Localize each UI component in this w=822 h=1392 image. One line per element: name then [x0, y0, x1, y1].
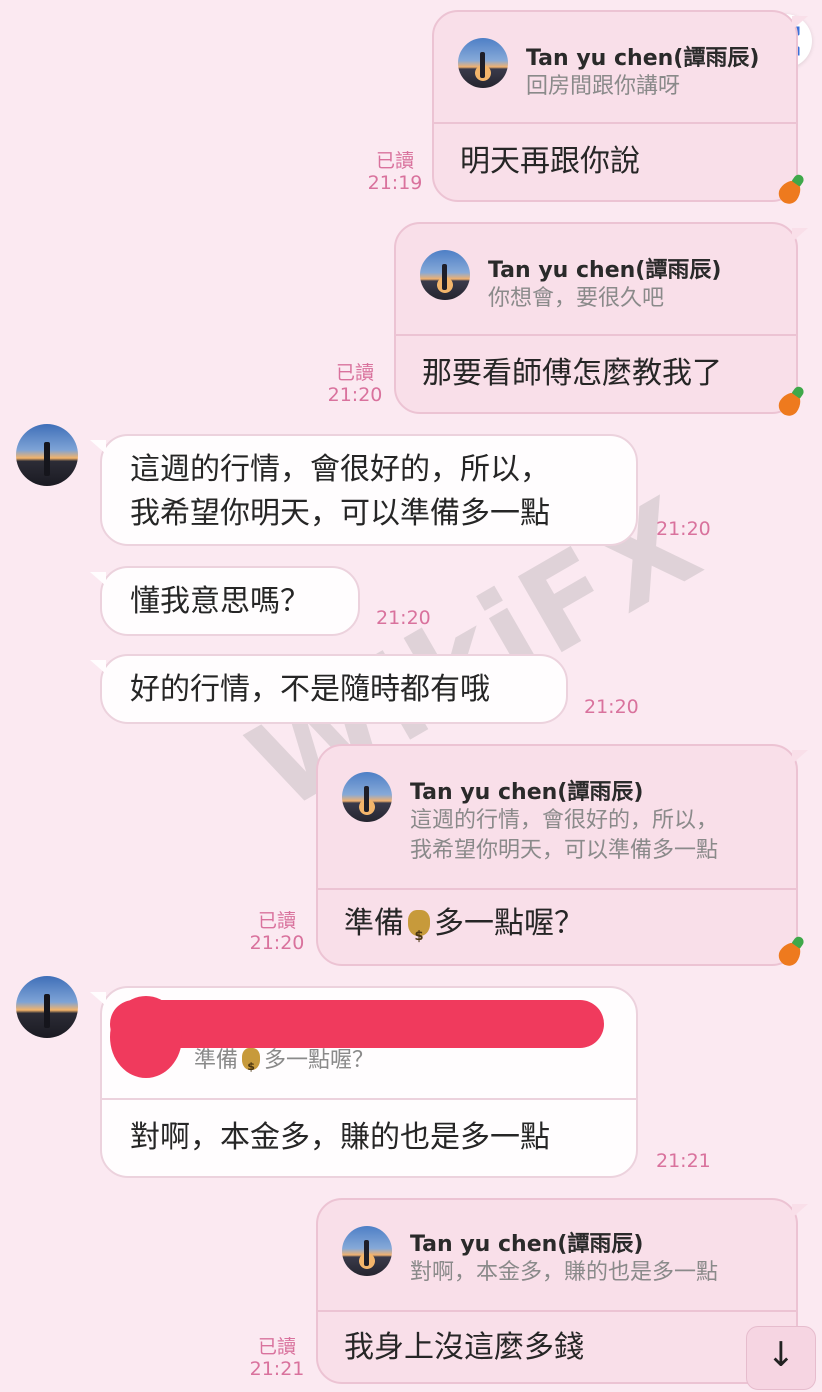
- message-bubble-incoming[interactable]: 懂我意思嗎？: [90, 566, 360, 636]
- redaction-mark: [110, 1000, 604, 1048]
- message-text-line-1: 這週的行情，會很好的，所以，: [130, 452, 550, 487]
- message-bubble-incoming[interactable]: 好的行情，不是隨時都有哦: [90, 654, 568, 724]
- message-text-line-2: 我希望你明天，可以準備多一點: [130, 496, 550, 531]
- quoted-reply[interactable]: Tan yu chen(譚雨辰) 回房間跟你講呀: [434, 12, 796, 124]
- contact-avatar[interactable]: [16, 424, 78, 486]
- reply-quoted-text: 準備多一點喔？: [194, 1046, 374, 1082]
- scroll-down-button[interactable]: ↓: [746, 1326, 816, 1390]
- message-text: 對啊，本金多，賺的也是多一點: [130, 1120, 550, 1155]
- redaction-mark: [110, 996, 182, 1078]
- message-time: 21:20: [584, 696, 639, 718]
- message-text: 我身上沒這麼多錢: [344, 1330, 584, 1365]
- carrot-sticker-icon: [774, 388, 806, 420]
- reply-quoted-text: 回房間跟你講呀: [526, 74, 681, 99]
- message-bubble-outgoing[interactable]: Tan yu chen(譚雨辰) 你想會，要很久吧 那要看師傅怎麼教我了: [394, 222, 808, 420]
- message-text-part: 準備: [344, 906, 404, 941]
- reply-quoted-text: 對啊，本金多，賺的也是多一點: [410, 1260, 719, 1285]
- contact-avatar[interactable]: [16, 976, 78, 1038]
- message-bubble-incoming[interactable]: 這週的行情，會很好的，所以， 我希望你明天，可以準備多一點: [90, 434, 638, 546]
- read-receipt: 已讀 21:19: [367, 150, 423, 194]
- carrot-sticker-icon: [774, 938, 806, 970]
- carrot-sticker-icon: [774, 176, 806, 208]
- read-receipt: 已讀 21:20: [327, 362, 383, 406]
- reply-quoted-text: 你想會，要很久吧: [488, 286, 665, 311]
- message-time: 21:21: [656, 1150, 711, 1172]
- quoted-reply[interactable]: Tan yu chen(譚雨辰) 你想會，要很久吧: [396, 224, 796, 336]
- read-receipt: 已讀 21:21: [249, 1336, 305, 1380]
- message-text: 明天再跟你說: [460, 144, 640, 179]
- arrow-down-icon: ↓: [766, 1335, 796, 1375]
- message-bubble-outgoing[interactable]: Tan yu chen(譚雨辰) 這週的行情，會很好的，所以， 我希望你明天，可…: [316, 744, 808, 970]
- read-receipt: 已讀 21:20: [249, 910, 305, 954]
- quoted-reply[interactable]: Tan yu chen(譚雨辰) 對啊，本金多，賺的也是多一點: [318, 1200, 796, 1312]
- reply-sender-name: Tan yu chen(譚雨辰): [488, 258, 722, 283]
- message-text-part: 多一點喔？: [434, 906, 584, 941]
- reply-avatar: [420, 250, 470, 300]
- reply-sender-name: Tan yu chen(譚雨辰): [410, 780, 644, 805]
- reply-quoted-line-2: 我希望你明天，可以準備多一點: [410, 838, 719, 863]
- money-bag-emoji: [408, 910, 430, 959]
- reply-avatar: [458, 38, 508, 88]
- message-bubble-outgoing[interactable]: Tan yu chen(譚雨辰) 回房間跟你講呀 明天再跟你說: [432, 10, 808, 208]
- reply-quoted-line-1: 這週的行情，會很好的，所以，: [410, 808, 719, 833]
- reply-avatar: [342, 1226, 392, 1276]
- message-text: 那要看師傅怎麼教我了: [422, 356, 722, 391]
- message-time: 21:20: [376, 607, 431, 629]
- message-bubble-outgoing[interactable]: Tan yu chen(譚雨辰) 對啊，本金多，賺的也是多一點 我身上沒這麼多錢: [316, 1198, 808, 1384]
- message-text: 懂我意思嗎？: [130, 584, 310, 619]
- message-text: 好的行情，不是隨時都有哦: [130, 672, 490, 707]
- reply-avatar: [342, 772, 392, 822]
- reply-sender-name: Tan yu chen(譚雨辰): [410, 1232, 644, 1257]
- message-text: 準備多一點喔？: [344, 902, 584, 959]
- reply-sender-name: Tan yu chen(譚雨辰): [526, 46, 760, 71]
- message-time: 21:20: [656, 518, 711, 540]
- money-bag-emoji: [242, 1048, 261, 1082]
- quoted-reply[interactable]: Tan yu chen(譚雨辰) 這週的行情，會很好的，所以， 我希望你明天，可…: [318, 746, 796, 890]
